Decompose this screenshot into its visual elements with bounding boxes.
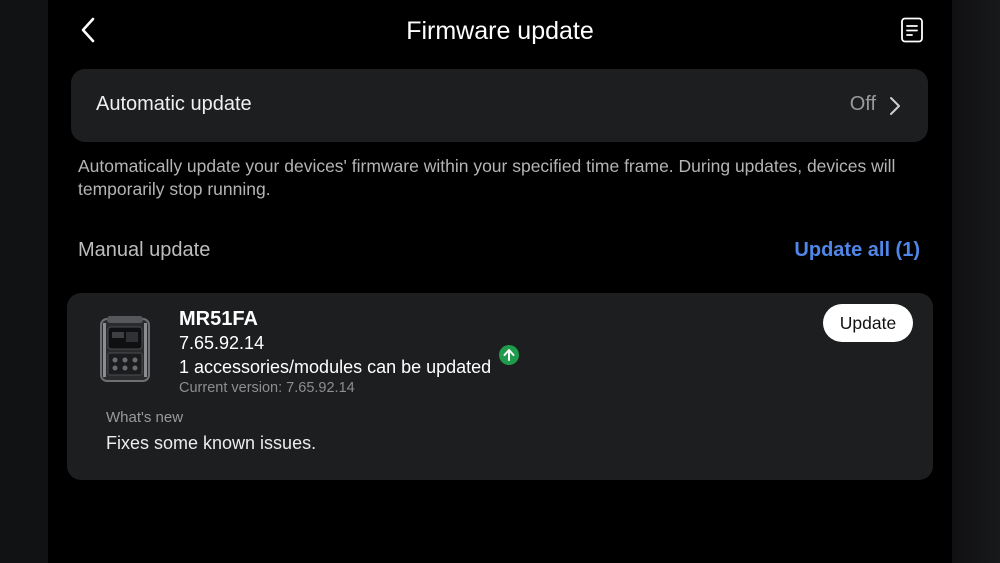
accessories-update-text: 1 accessories/modules can be updated	[179, 357, 492, 377]
firmware-update-screen: Firmware update Automatic update Off Aut…	[48, 0, 952, 563]
page-title: Firmware update	[406, 17, 594, 45]
update-button[interactable]: Update	[823, 304, 913, 342]
right-bezel	[952, 0, 1000, 563]
chevron-right-icon	[890, 97, 900, 115]
document-list-icon	[901, 17, 923, 43]
device-image	[100, 316, 150, 382]
current-version: Current version: 7.65.92.14	[179, 380, 355, 396]
update-all-button[interactable]: Update all (1)	[794, 239, 920, 262]
automatic-update-row[interactable]: Automatic update Off	[71, 69, 928, 142]
device-card: MR51FA 7.65.92.14 1 accessories/modules …	[67, 293, 933, 480]
device-name: MR51FA	[179, 308, 258, 330]
update-log-button[interactable]	[900, 17, 924, 43]
automatic-update-description: Automatically update your devices' firmw…	[78, 156, 896, 199]
whats-new-label: What's new	[106, 409, 184, 426]
automatic-update-status: Off	[849, 93, 876, 115]
whats-new-text: Fixes some known issues.	[106, 433, 317, 453]
device-version: 7.65.92.14	[179, 333, 265, 353]
manual-update-heading: Manual update	[78, 239, 211, 261]
left-bezel	[0, 0, 48, 563]
upgrade-arrow-icon	[499, 345, 519, 365]
automatic-update-label: Automatic update	[96, 93, 252, 115]
